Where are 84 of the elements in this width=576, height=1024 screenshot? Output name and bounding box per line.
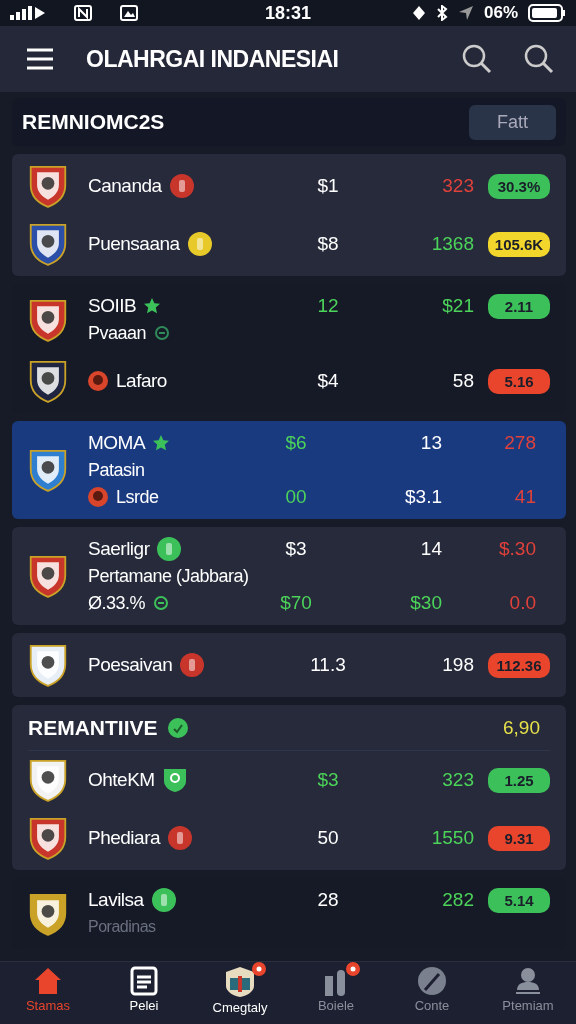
- person-icon: [513, 966, 543, 996]
- bluetooth-icon: [436, 5, 448, 21]
- notification-icon: [74, 5, 92, 21]
- stat-value: 00: [284, 486, 308, 508]
- tab[interactable]: Boiele: [288, 962, 384, 1024]
- stat-value: 282: [441, 889, 474, 911]
- battery-percent: 06%: [484, 3, 518, 23]
- tab[interactable]: Conte: [384, 962, 480, 1024]
- team-subtitle: Ø.33.%: [88, 592, 146, 614]
- stat-value: 0.0: [508, 592, 536, 614]
- stat-value: $3: [316, 769, 340, 791]
- stat-badge: 5.14: [488, 887, 550, 913]
- menu-icon[interactable]: [26, 48, 54, 70]
- section-title: REMNIOMC2S: [22, 110, 165, 134]
- stat-value: $4: [316, 370, 340, 392]
- match-card[interactable]: MOMA $6 13 278 Patasin Lsrde 00 $3.1 41: [12, 421, 566, 519]
- search-icon[interactable]: [462, 44, 492, 74]
- team-name: Poesaivan: [88, 654, 173, 676]
- team-name: Lafaro: [116, 370, 167, 392]
- team-name: Lavilsa: [88, 889, 144, 911]
- team-name: MOMA: [88, 432, 146, 454]
- location-icon: [458, 5, 474, 21]
- stat-value: $21: [441, 295, 474, 317]
- stat-value: 41: [513, 486, 536, 508]
- match-card[interactable]: Saerligr $3 14 $.30 Pertamane (Jabbara) Ø.33.% $70 $30 0.0: [12, 527, 566, 625]
- search-icon[interactable]: [524, 44, 554, 74]
- stat-value: 1368: [430, 233, 474, 255]
- stat-badge: 30.3%: [488, 173, 550, 199]
- home-icon: [33, 966, 63, 996]
- team-name: Phediara: [88, 827, 161, 849]
- stat-value: 58: [451, 370, 474, 392]
- stat-value: 323: [441, 769, 474, 791]
- team-subtitle: Patasin: [88, 459, 145, 481]
- stat-value: 14: [419, 538, 442, 560]
- tab[interactable]: Cmegtaly: [192, 962, 288, 1024]
- stat-value: $.30: [498, 538, 536, 560]
- team-name: Puensaana: [88, 233, 180, 255]
- stat-value: 13: [419, 432, 442, 454]
- clock-time: 18:31: [265, 2, 312, 24]
- battery-icon: [528, 4, 566, 22]
- team-name: SOIIB: [88, 295, 137, 317]
- stat-value: $8: [316, 233, 340, 255]
- document-icon: [130, 966, 158, 996]
- team-subtitle: Pertamane (Jabbara): [88, 565, 249, 587]
- team-name: Saerligr: [88, 538, 150, 560]
- match-card[interactable]: Cananda $1 323 30.3% Puensaana $8 1368 105.6K: [12, 154, 566, 276]
- team-name: OhteKM: [88, 769, 155, 791]
- image-icon: [120, 5, 138, 21]
- stat-value: $3: [284, 538, 308, 560]
- group-title: REMANTIIVE: [28, 716, 158, 740]
- stat-badge: 112.36: [488, 652, 550, 678]
- tab[interactable]: Pelei: [96, 962, 192, 1024]
- team-subtitle: Poradinas: [88, 918, 156, 936]
- stat-badge: 105.6K: [488, 231, 550, 257]
- stat-value: 1550: [430, 827, 474, 849]
- stat-badge: 9.31: [488, 825, 550, 851]
- team-name: Cananda: [88, 175, 162, 197]
- stat-value: 323: [441, 175, 474, 197]
- stat-value: 11.3: [309, 654, 347, 676]
- stat-badge: 2.11: [488, 293, 550, 319]
- stat-badge: 5.16: [488, 368, 550, 394]
- stat-value: $30: [409, 592, 442, 614]
- stat-value: $6: [284, 432, 308, 454]
- signal-icon: [10, 6, 46, 20]
- tab[interactable]: Stamas: [0, 962, 96, 1024]
- stat-value: $3.1: [404, 486, 442, 508]
- stat-value: 278: [503, 432, 536, 454]
- stat-value: $1: [316, 175, 340, 197]
- crest-icon: [224, 966, 256, 998]
- app-title: OLAHRGAI INDANESIAI: [86, 45, 340, 73]
- stat-value: $70: [279, 592, 313, 614]
- stat-value: 198: [441, 654, 474, 676]
- team-subtitle: Lsrde: [116, 486, 159, 508]
- team-subtitle: Pvaaan: [88, 322, 147, 344]
- group-value: 6,90: [503, 717, 540, 739]
- stat-value: 28: [316, 889, 340, 911]
- stat-value: 12: [316, 295, 340, 317]
- stat-value: 50: [316, 827, 340, 849]
- stat-badge: 1.25: [488, 767, 550, 793]
- circle-icon: [417, 966, 447, 996]
- match-card[interactable]: Poesaivan 11.3 198 112.36: [12, 633, 566, 697]
- match-card[interactable]: REMANTIIVE 6,90 OhteKM $3 323 1.25 Phediara 50 1550 9.31: [12, 705, 566, 870]
- tab[interactable]: Ptemiam: [480, 962, 576, 1024]
- filter-button[interactable]: Fatt: [469, 104, 556, 140]
